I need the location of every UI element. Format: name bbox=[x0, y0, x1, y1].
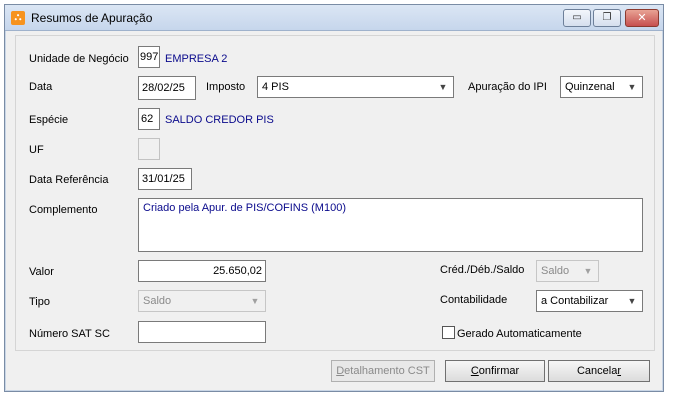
data-referencia-input[interactable]: 31/01/25 bbox=[138, 168, 192, 190]
apuracao-value: Quinzenal bbox=[565, 81, 615, 93]
uf-input[interactable] bbox=[138, 138, 160, 160]
title-bar[interactable]: ⛬ Resumos de Apuração ▭ ❐ ✕ bbox=[5, 5, 663, 31]
minimize-icon: ▭ bbox=[572, 12, 582, 23]
gerado-checkbox[interactable] bbox=[442, 326, 455, 339]
complemento-label: Complemento bbox=[29, 204, 98, 216]
numero-sat-input[interactable] bbox=[138, 321, 266, 343]
window-title: Resumos de Apuração bbox=[31, 11, 153, 25]
data-label: Data bbox=[29, 81, 53, 93]
chevron-down-icon: ▼ bbox=[627, 296, 637, 306]
resumos-apuracao-window: ⛬ Resumos de Apuração ▭ ❐ ✕ Unidade de N… bbox=[4, 4, 664, 392]
cancelar-button[interactable]: Cancelar bbox=[548, 360, 650, 382]
restore-button[interactable]: ❐ bbox=[593, 9, 621, 27]
close-button[interactable]: ✕ bbox=[625, 9, 659, 27]
restore-icon: ❐ bbox=[602, 12, 612, 23]
contabilidade-label: Contabilidade bbox=[440, 294, 508, 306]
chevron-down-icon: ▼ bbox=[627, 82, 637, 92]
gerado-label: Gerado Automaticamente bbox=[457, 328, 582, 340]
unidade-label: Unidade de Negócio bbox=[29, 53, 129, 65]
detalhamento-cst-button[interactable]: Detalhamento CST bbox=[331, 360, 435, 382]
tipo-label: Tipo bbox=[29, 296, 50, 308]
contabilidade-select[interactable]: a Contabilizar ▼ bbox=[536, 290, 643, 312]
contabilidade-value: a Contabilizar bbox=[541, 295, 609, 307]
data-referencia-label: Data Referência bbox=[29, 174, 109, 186]
data-input[interactable]: 28/02/25 bbox=[138, 76, 196, 100]
imposto-label: Imposto bbox=[206, 81, 246, 93]
apuracao-select[interactable]: Quinzenal ▼ bbox=[560, 76, 643, 98]
imposto-value: 4 PIS bbox=[262, 81, 289, 93]
especie-name: SALDO CREDOR PIS bbox=[165, 114, 274, 126]
unidade-name: EMPRESA 2 bbox=[165, 53, 228, 65]
apuracao-label: Apuração do IPI bbox=[468, 81, 547, 93]
valor-label: Valor bbox=[29, 266, 54, 278]
chevron-down-icon: ▼ bbox=[250, 296, 260, 306]
confirmar-button[interactable]: Confirmar bbox=[445, 360, 545, 382]
minimize-button[interactable]: ▭ bbox=[563, 9, 591, 27]
numero-sat-label: Número SAT SC bbox=[29, 328, 110, 340]
form-panel: Unidade de Negócio 997 EMPRESA 2 Data 28… bbox=[15, 35, 655, 351]
uf-label: UF bbox=[29, 144, 44, 156]
cred-deb-value: Saldo bbox=[541, 265, 570, 277]
chevron-down-icon: ▼ bbox=[438, 82, 448, 92]
app-logo-icon: ⛬ bbox=[11, 11, 25, 25]
close-icon: ✕ bbox=[637, 12, 647, 24]
especie-label: Espécie bbox=[29, 114, 69, 126]
valor-input[interactable]: 25.650,02 bbox=[138, 260, 266, 282]
chevron-down-icon: ▼ bbox=[583, 266, 593, 276]
cred-deb-select[interactable]: Saldo ▼ bbox=[536, 260, 599, 282]
especie-code-input[interactable]: 62 bbox=[138, 108, 160, 130]
imposto-select[interactable]: 4 PIS ▼ bbox=[257, 76, 454, 98]
cred-deb-label: Créd./Déb./Saldo bbox=[440, 264, 525, 276]
complemento-textarea[interactable]: Criado pela Apur. de PIS/COFINS (M100) bbox=[138, 198, 643, 252]
tipo-select[interactable]: Saldo ▼ bbox=[138, 290, 266, 312]
tipo-value: Saldo bbox=[143, 295, 172, 307]
unidade-code-input[interactable]: 997 bbox=[138, 46, 160, 68]
